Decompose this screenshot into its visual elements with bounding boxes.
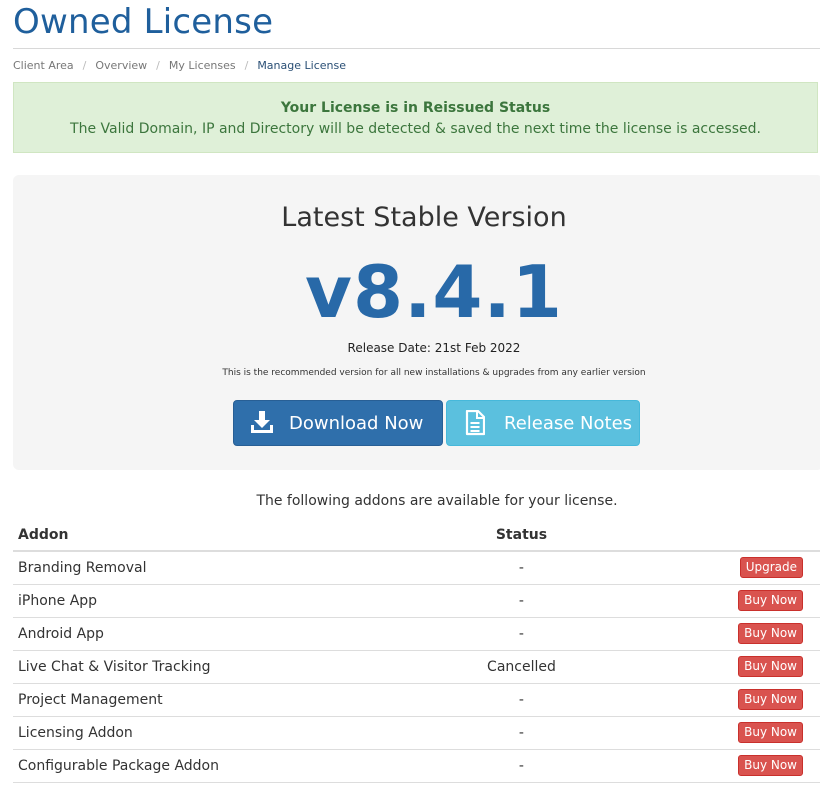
page-title: Owned License (13, 2, 274, 42)
buy-now-button[interactable]: Buy Now (738, 689, 803, 710)
breadcrumb-separator: / (82, 59, 87, 72)
release-notes-label: Release Notes (504, 412, 633, 434)
reissued-status-alert: Your License is in Reissued Status The V… (13, 82, 818, 153)
addon-name: Android App (13, 617, 353, 651)
table-header-row: Addon Status (13, 520, 820, 552)
addons-intro-text: The following addons are available for y… (256, 493, 618, 509)
column-header-action (690, 520, 820, 552)
table-row: Android App - Buy Now (13, 617, 820, 651)
addon-status: - (352, 617, 691, 651)
column-header-addon: Addon (13, 520, 353, 552)
table-row: Licensing Addon - Buy Now (13, 716, 820, 750)
download-now-button[interactable]: Download Now (233, 400, 443, 446)
buy-now-button[interactable]: Buy Now (738, 590, 803, 611)
buy-now-button[interactable]: Buy Now (738, 623, 803, 644)
alert-title: Your License is in Reissued Status (280, 100, 551, 116)
buy-now-button[interactable]: Buy Now (738, 722, 803, 743)
breadcrumb-separator: / (244, 59, 249, 72)
document-icon (462, 409, 488, 437)
addon-name: iPhone App (13, 584, 353, 618)
addon-status: - (352, 716, 691, 750)
addon-name: Branding Removal (13, 551, 353, 585)
addon-status: Cancelled (352, 650, 691, 684)
breadcrumb-overview[interactable]: Overview (95, 59, 147, 73)
latest-version-heading: Latest Stable Version (281, 202, 567, 233)
buy-now-button[interactable]: Buy Now (738, 755, 803, 776)
release-date: Release Date: 21st Feb 2022 (347, 341, 521, 355)
addon-status: - (352, 749, 691, 783)
breadcrumb-separator: / (156, 59, 160, 72)
addon-status: - (352, 683, 691, 717)
table-row: iPhone App - Buy Now (13, 584, 820, 618)
table-row: Configurable Package Addon - Buy Now (13, 749, 820, 783)
breadcrumb-client-area[interactable]: Client Area (13, 59, 74, 73)
alert-text: The Valid Domain, IP and Directory will … (70, 121, 761, 137)
breadcrumb-my-licenses[interactable]: My Licenses (169, 59, 236, 73)
breadcrumb-manage-license: Manage License (257, 59, 346, 72)
buy-now-button[interactable]: Buy Now (738, 656, 803, 677)
recommendation-note: This is the recommended version for all … (222, 368, 646, 378)
download-now-label: Download Now (289, 412, 424, 434)
addon-name: Licensing Addon (13, 716, 353, 750)
addon-name: Configurable Package Addon (13, 749, 353, 783)
table-row: Live Chat & Visitor Tracking Cancelled B… (13, 650, 820, 684)
addon-status: - (352, 584, 691, 618)
column-header-status: Status (352, 520, 691, 552)
download-icon (249, 409, 275, 437)
addon-name: Live Chat & Visitor Tracking (13, 650, 353, 684)
table-row: Project Management - Buy Now (13, 683, 820, 717)
release-notes-button[interactable]: Release Notes (446, 400, 640, 446)
title-divider (13, 48, 820, 49)
upgrade-button[interactable]: Upgrade (739, 557, 803, 579)
breadcrumb: Client Area / Overview / My Licenses / M… (13, 59, 346, 73)
table-row: Branding Removal - Upgrade (13, 551, 820, 585)
addon-status: - (352, 551, 691, 585)
version-number: v8.4.1 (305, 250, 563, 334)
addon-name: Project Management (13, 683, 353, 717)
addons-table: Addon Status Branding Removal - Upgrade … (13, 520, 820, 783)
